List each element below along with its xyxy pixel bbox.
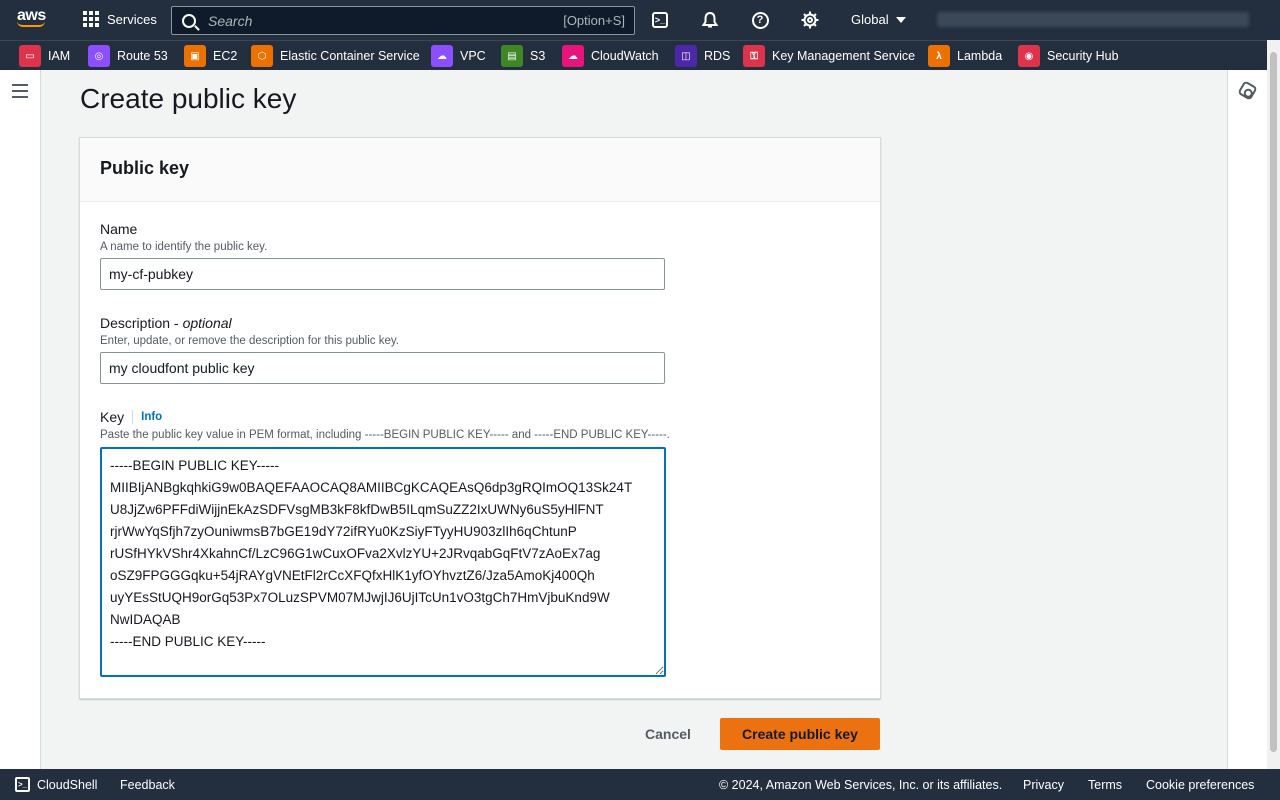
iam-icon: ▭ xyxy=(19,45,41,67)
favorite-kms[interactable]: ⚿ Key Management Service xyxy=(743,45,915,67)
name-description: A name to identify the public key. xyxy=(100,241,268,253)
favorite-label: VPC xyxy=(460,49,486,63)
aws-logo-text: aws xyxy=(17,7,46,24)
lambda-icon: λ xyxy=(928,45,950,67)
vpc-icon: ☁ xyxy=(431,45,453,67)
panel-title: Public key xyxy=(100,158,190,178)
search-placeholder: Search xyxy=(208,12,253,29)
cloudwatch-icon: ☁ xyxy=(562,45,584,67)
favorite-iam[interactable]: ▭ IAM xyxy=(19,45,70,67)
copyright-text: © 2024, Amazon Web Services, Inc. or its… xyxy=(719,778,1003,792)
key-field-group: Key Info Paste the public key value in P… xyxy=(100,409,670,677)
terminal-icon: >_ xyxy=(15,777,30,792)
favorite-label: EC2 xyxy=(213,49,238,63)
favorite-label: Elastic Container Service xyxy=(280,49,420,63)
search-shortcut: [Option+S] xyxy=(563,13,625,28)
favorite-rds[interactable]: ◫ RDS xyxy=(675,45,730,67)
name-field-group: Name A name to identify the public key. xyxy=(100,221,665,290)
description-label-row: Description - optional xyxy=(100,315,665,331)
terminal-icon: >_ xyxy=(652,12,668,28)
settings-button[interactable] xyxy=(800,10,820,30)
favorite-ecs[interactable]: ⬡ Elastic Container Service xyxy=(251,45,420,67)
menu-icon[interactable] xyxy=(12,84,28,102)
favorites-bar: ▭ IAM ◎ Route 53 ▣ EC2 ⬡ Elastic Contain… xyxy=(0,40,1280,70)
cookie-preferences-link[interactable]: Cookie preferences xyxy=(1146,778,1254,792)
favorite-label: IAM xyxy=(48,49,71,63)
search-icon xyxy=(182,13,196,28)
services-label: Services xyxy=(107,11,157,27)
region-selector[interactable]: Global xyxy=(851,12,906,27)
favorite-label: Lambda xyxy=(957,49,1003,63)
feedback-link[interactable]: Feedback xyxy=(120,778,175,792)
page-title: Create public key xyxy=(80,83,297,114)
key-textarea[interactable]: -----BEGIN PUBLIC KEY----- MIIBIjANBgkqh… xyxy=(100,447,666,677)
caret-down-icon xyxy=(895,16,906,23)
side-navigation-rail xyxy=(0,70,41,769)
ecs-icon: ⬡ xyxy=(251,45,273,67)
cloudshell-label: CloudShell xyxy=(37,777,98,792)
favorite-label: S3 xyxy=(530,49,546,63)
favorite-ec2[interactable]: ▣ EC2 xyxy=(184,45,237,67)
favorite-lambda[interactable]: λ Lambda xyxy=(928,45,1002,67)
favorite-cloudwatch[interactable]: ☁ CloudWatch xyxy=(562,45,659,67)
privacy-link[interactable]: Privacy xyxy=(1023,778,1064,792)
key-label: Key xyxy=(100,409,125,425)
footer-cloudshell-button[interactable]: >_ CloudShell xyxy=(15,777,97,792)
panel-header: Public key xyxy=(80,138,880,202)
description-input[interactable] xyxy=(100,352,665,384)
optional-label: optional xyxy=(182,315,232,331)
help-button[interactable]: ? xyxy=(750,10,770,30)
s3-icon: ▤ xyxy=(501,45,523,67)
favorite-security-hub[interactable]: ◉ Security Hub xyxy=(1018,45,1119,67)
name-input[interactable] xyxy=(100,258,665,290)
kms-icon: ⚿ xyxy=(743,45,765,67)
grid-icon xyxy=(83,11,99,27)
region-label: Global xyxy=(851,12,889,27)
top-navigation: aws Services Search [Option+S] >_ ? Glob… xyxy=(0,0,1280,40)
page-scrollbar[interactable] xyxy=(1267,40,1280,769)
scrollbar-thumb[interactable] xyxy=(1270,52,1277,752)
cloudshell-button[interactable]: >_ xyxy=(650,10,670,30)
search-input[interactable]: Search [Option+S] xyxy=(171,6,635,35)
bell-icon xyxy=(701,11,719,28)
name-label: Name xyxy=(100,221,138,237)
favorite-label: Key Management Service xyxy=(772,49,916,63)
description-field-group: Description - optional Enter, update, or… xyxy=(100,315,665,384)
tools-rail xyxy=(1227,70,1267,769)
favorite-vpc[interactable]: ☁ VPC xyxy=(431,45,486,67)
services-menu-button[interactable]: Services xyxy=(83,11,157,27)
favorite-s3[interactable]: ▤ S3 xyxy=(501,45,545,67)
rds-icon: ◫ xyxy=(675,45,697,67)
route53-icon: ◎ xyxy=(88,45,110,67)
notifications-button[interactable] xyxy=(700,10,720,30)
description-label: Description - xyxy=(100,315,179,331)
aws-logo[interactable]: aws xyxy=(17,8,51,32)
cancel-button[interactable]: Cancel xyxy=(630,719,706,749)
favorite-label: Security Hub xyxy=(1047,49,1119,63)
info-link[interactable]: Info xyxy=(132,410,162,424)
favorite-label: CloudWatch xyxy=(591,49,659,63)
favorite-route-53[interactable]: ◎ Route 53 xyxy=(88,45,168,67)
footer: >_ CloudShell Feedback © 2024, Amazon We… xyxy=(0,769,1280,800)
tools-panel-icon[interactable] xyxy=(1237,80,1258,101)
favorite-label: RDS xyxy=(704,49,731,63)
ec2-icon: ▣ xyxy=(184,45,206,67)
public-key-panel: Public key Name A name to identify the p… xyxy=(79,137,881,699)
key-label-row: Key Info xyxy=(100,409,670,425)
question-icon: ? xyxy=(751,11,769,29)
account-menu-blurred[interactable] xyxy=(937,12,1249,27)
create-public-key-button[interactable]: Create public key xyxy=(720,718,880,750)
gear-icon xyxy=(801,11,819,29)
description-help-text: Enter, update, or remove the description… xyxy=(100,335,399,347)
key-description: Paste the public key value in PEM format… xyxy=(100,429,670,441)
terms-link[interactable]: Terms xyxy=(1088,778,1122,792)
favorite-label: Route 53 xyxy=(117,49,168,63)
security-hub-icon: ◉ xyxy=(1018,45,1040,67)
